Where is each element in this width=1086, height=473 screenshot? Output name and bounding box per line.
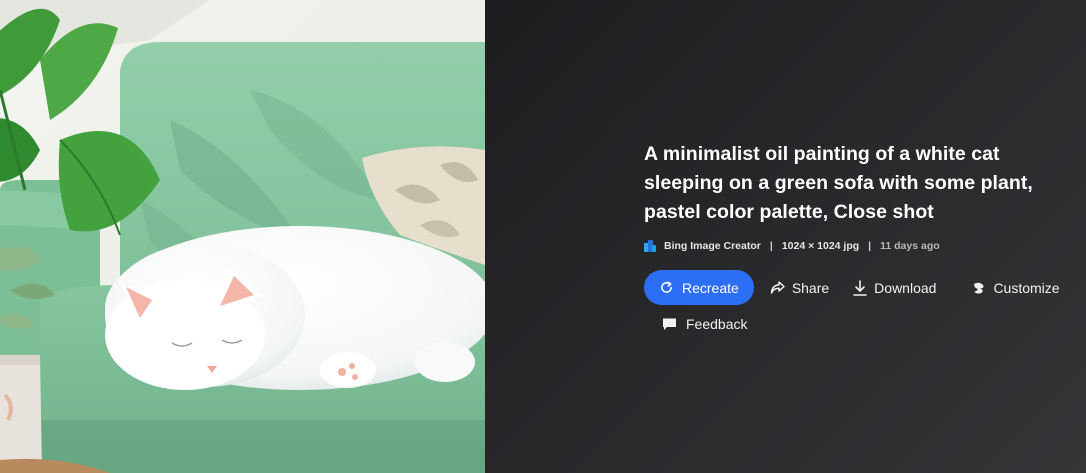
cat-painting-illustration (0, 0, 485, 473)
share-button[interactable]: Share (770, 270, 829, 305)
details-content: A minimalist oil painting of a white cat… (644, 140, 1064, 341)
feedback-icon (662, 317, 677, 331)
action-bar: Recreate Share Download Customize Feedba… (644, 270, 1064, 341)
customize-button[interactable]: Customize (972, 270, 1060, 305)
image-title: A minimalist oil painting of a white cat… (644, 143, 1033, 223)
feedback-label: Feedback (686, 315, 748, 332)
recreate-label: Recreate (682, 279, 739, 296)
share-icon (770, 280, 785, 295)
refresh-icon (660, 281, 673, 294)
meta-separator: | (769, 240, 773, 252)
bing-image-creator-icon (644, 240, 656, 252)
image-details-panel: A minimalist oil painting of a white cat… (485, 0, 1086, 473)
share-label: Share (791, 279, 830, 296)
meta-separator: | (868, 240, 872, 252)
image-viewer: A minimalist oil painting of a white cat… (0, 0, 1086, 473)
image-dimensions: 1024 × 1024 jpg (781, 240, 860, 252)
recreate-button[interactable]: Recreate (644, 270, 754, 305)
image-meta: Bing Image Creator | 1024 × 1024 jpg | 1… (644, 240, 1064, 252)
feedback-button[interactable]: Feedback (662, 306, 747, 341)
download-label: Download (874, 279, 937, 296)
customize-icon (972, 281, 986, 295)
customize-label: Customize (993, 279, 1060, 296)
creator-name: Bing Image Creator (664, 240, 761, 252)
generated-image[interactable] (0, 0, 485, 473)
download-icon (853, 279, 867, 296)
feedback-row: Feedback (644, 306, 1064, 341)
download-button[interactable]: Download (853, 270, 936, 305)
image-age: 11 days ago (880, 240, 940, 252)
